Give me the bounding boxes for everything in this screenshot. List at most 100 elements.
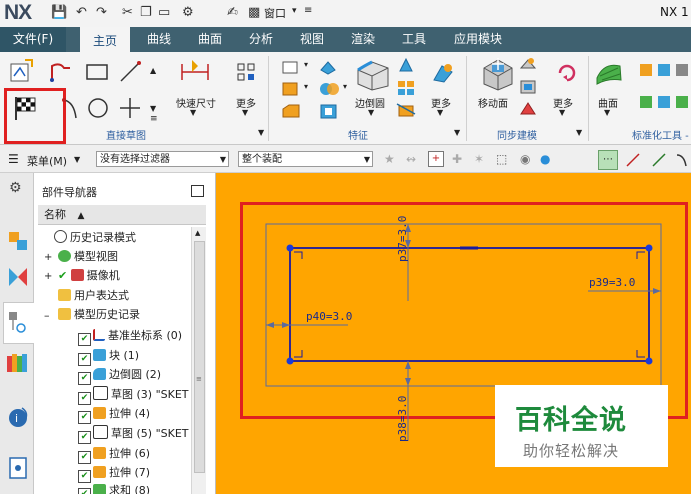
rectangle-icon[interactable] — [84, 62, 110, 82]
expand-model-views-icon[interactable]: + — [44, 252, 52, 263]
visibility-checkbox[interactable]: ✔ — [78, 333, 91, 346]
tab-curve[interactable]: 曲线 — [147, 27, 171, 52]
edge-blend-icon[interactable] — [352, 56, 392, 92]
pattern-icon[interactable] — [396, 78, 416, 96]
arc-icon[interactable] — [60, 96, 82, 122]
group-feature-dropdown-icon[interactable]: ▼ — [454, 128, 460, 137]
tree-item-sketch-5[interactable]: ✔ 草图 (5) "SKET — [78, 425, 189, 444]
scrollbar-thumb[interactable] — [194, 241, 205, 473]
standard-tools-icons[interactable] — [638, 62, 691, 118]
surface-icon[interactable] — [594, 58, 624, 88]
line-icon[interactable] — [118, 60, 144, 84]
tab-surface[interactable]: 曲面 — [198, 27, 222, 52]
visibility-checkbox[interactable]: ✔ — [78, 411, 91, 424]
sketch-icon[interactable] — [8, 58, 34, 84]
settings-gear-icon[interactable]: ⚙ — [9, 180, 22, 196]
tree-item-extrude-4[interactable]: ✔ 拉伸 (4) — [78, 405, 150, 424]
vertex-point[interactable] — [645, 244, 653, 252]
visibility-checkbox[interactable]: ✔ — [78, 372, 91, 385]
vertex-point[interactable] — [645, 357, 653, 365]
repeat-command-icon[interactable]: ⚙ — [182, 5, 194, 21]
vertex-point[interactable] — [286, 244, 294, 252]
visibility-checkbox[interactable]: ✔ — [78, 392, 91, 405]
menu-dropdown-icon[interactable]: ▼ — [74, 155, 80, 164]
boolean-icon[interactable] — [318, 80, 342, 98]
touch-mode-icon[interactable]: ✍ — [227, 5, 238, 21]
customize-quick-access-icon[interactable]: ≡ — [304, 5, 312, 16]
edge-blend-dropdown-icon[interactable]: ▼ — [368, 108, 374, 117]
web-browser-tab-icon[interactable]: i — [6, 404, 30, 428]
reuse-library-tab-icon[interactable] — [6, 352, 30, 374]
menu-button[interactable]: 菜单(M) — [27, 153, 67, 169]
scroll-up-icon[interactable]: ▲ — [150, 66, 156, 75]
type-filter-select[interactable]: 没有选择过滤器 ▼ — [96, 151, 229, 167]
dimension-right-label[interactable]: p39=3.0 — [589, 276, 635, 289]
pull-face-icon[interactable] — [518, 56, 538, 74]
chamfer-icon[interactable] — [280, 102, 302, 120]
visibility-checkbox[interactable]: ✔ — [78, 431, 91, 444]
tab-tools[interactable]: 工具 — [402, 27, 426, 52]
group-sync-dropdown-icon[interactable]: ▼ — [576, 128, 582, 137]
point-icon[interactable] — [118, 96, 142, 120]
line-tool-alt-icon[interactable] — [650, 151, 668, 169]
offset-region-icon[interactable] — [518, 78, 538, 96]
window-dropdown-icon[interactable]: ▾ — [292, 6, 297, 16]
visibility-checkbox[interactable]: ✔ — [78, 451, 91, 464]
more-sync-icon[interactable] — [554, 60, 580, 86]
line-tool-icon[interactable] — [624, 151, 642, 169]
tab-render[interactable]: 渲染 — [351, 27, 375, 52]
select-region-icon[interactable]: ⬚ — [496, 152, 507, 166]
tab-analysis[interactable]: 分析 — [249, 27, 273, 52]
menu-icon[interactable]: ☰ — [8, 152, 19, 166]
snap-toggle-icon[interactable]: ⋯ — [598, 150, 618, 170]
hole-icon[interactable] — [318, 58, 338, 76]
replace-face-icon[interactable] — [518, 100, 538, 118]
tab-applications[interactable]: 应用模块 — [454, 27, 502, 52]
tree-item-model-history[interactable]: 模型历史记录 — [58, 306, 140, 324]
profile-icon[interactable] — [48, 60, 74, 84]
collapse-model-history-icon[interactable]: – — [44, 309, 50, 322]
extrude-dropdown-icon[interactable]: ▾ — [304, 60, 308, 69]
revolve-icon[interactable] — [280, 80, 302, 98]
save-icon[interactable]: 💾 — [51, 5, 67, 21]
paste-icon[interactable]: ▭ — [158, 5, 170, 21]
visibility-checkbox[interactable]: ✔ — [78, 488, 91, 494]
tree-item-user-expressions[interactable]: 用户表达式 — [58, 287, 129, 305]
endpoint-icon[interactable]: ↭ — [406, 152, 416, 166]
extrude-icon[interactable] — [280, 58, 302, 76]
copy-icon[interactable]: ❐ — [140, 5, 152, 21]
circle-icon[interactable] — [86, 96, 110, 120]
group-direct-sketch-dropdown-icon[interactable]: ▼ — [258, 128, 264, 137]
inner-profile[interactable] — [289, 247, 650, 362]
name-column-header[interactable]: 名称 ▲ — [38, 205, 206, 225]
more-features-icon[interactable] — [430, 60, 456, 86]
move-face-icon[interactable] — [478, 56, 516, 92]
expand-cameras-icon[interactable]: + — [44, 271, 52, 282]
draft-icon[interactable] — [396, 56, 416, 74]
navigator-scrollbar[interactable]: ▲ ≡ — [191, 227, 206, 494]
selection-scope-select[interactable]: 整个装配 ▼ — [238, 151, 373, 167]
dimension-top-label[interactable]: p37=3.0 — [396, 216, 409, 262]
tree-item-cameras[interactable]: ✔ 摄像机 — [58, 267, 120, 285]
vertex-point[interactable] — [286, 357, 294, 365]
visibility-checkbox[interactable]: ✔ — [78, 353, 91, 366]
history-tab-icon[interactable] — [8, 456, 28, 480]
more-sketch-dropdown-icon[interactable]: ▼ — [242, 108, 248, 117]
redo-icon[interactable]: ↷ — [96, 5, 107, 21]
cut-icon[interactable]: ✂ — [122, 5, 133, 21]
tab-home[interactable]: 主页 — [80, 27, 130, 54]
control-point-icon[interactable]: ✚ — [452, 152, 462, 166]
shaded-icon[interactable]: ● — [540, 152, 550, 166]
move-face-label[interactable]: 移动面 — [478, 95, 508, 110]
sketch-constraints-icon[interactable] — [236, 62, 256, 82]
assembly-navigator-tab-icon[interactable] — [7, 266, 29, 288]
midpoint-icon[interactable]: + — [428, 151, 444, 167]
show-hide-icon[interactable]: ◉ — [520, 152, 530, 166]
undo-icon[interactable]: ↶ — [76, 5, 87, 21]
more-sync-dropdown-icon[interactable]: ▼ — [559, 108, 565, 117]
part-navigator-tab-icon[interactable] — [7, 228, 29, 252]
tree-item-sketch-3[interactable]: ✔ 草图 (3) "SKET — [78, 386, 189, 405]
dimension-bottom-label[interactable]: p38=3.0 — [396, 396, 409, 442]
tree-item-unite-8[interactable]: ✔ 求和 (8) — [78, 484, 150, 494]
gallery-expand-icon[interactable]: ≡ — [150, 114, 158, 124]
